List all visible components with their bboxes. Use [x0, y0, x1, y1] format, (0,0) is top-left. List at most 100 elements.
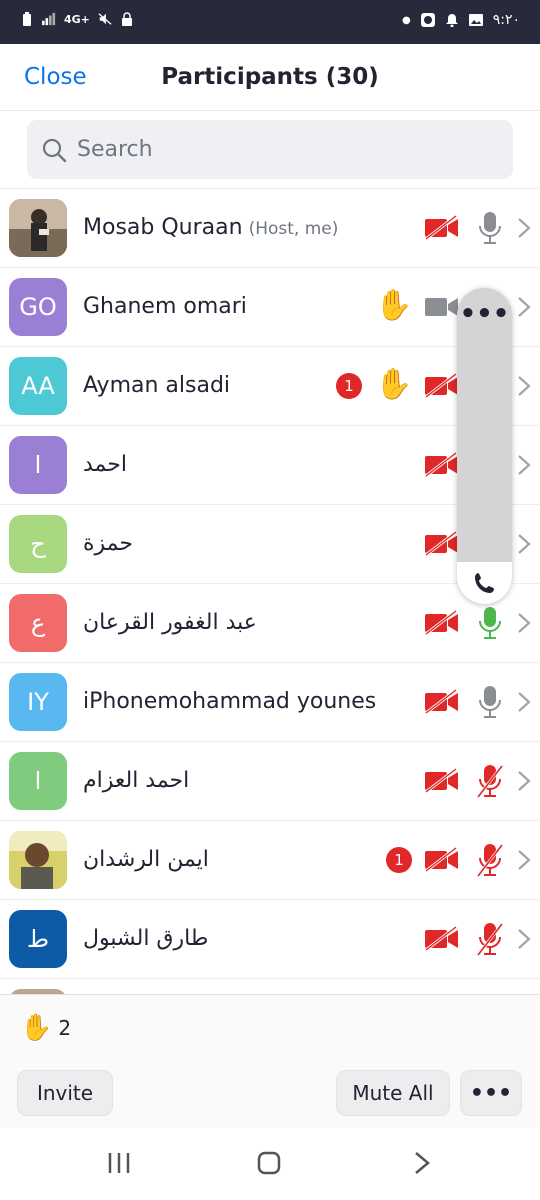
participant-role-tag: (Host, me): [248, 219, 339, 239]
raised-hand-icon: ✋: [20, 1013, 53, 1043]
avatar: ح: [9, 515, 67, 573]
participant-name: Mosab Quraan (Host, me): [83, 215, 338, 240]
participant-row[interactable]: ا احمد العزام: [0, 742, 540, 821]
avatar-initials: GO: [19, 293, 57, 321]
home-icon[interactable]: [256, 1150, 282, 1176]
mic-speaking-icon[interactable]: [476, 606, 504, 646]
participant-name: Ghanem omari: [83, 294, 247, 319]
mute-all-button[interactable]: Mute All: [336, 1070, 450, 1116]
search-bar[interactable]: [27, 120, 513, 179]
video-off-icon[interactable]: [424, 214, 460, 245]
video-off-icon[interactable]: [424, 925, 460, 956]
video-on-icon[interactable]: [424, 294, 460, 324]
participant-name: ايمن الرشدان: [83, 847, 209, 872]
header: Close Participants (30): [0, 44, 540, 111]
participant-row[interactable]: Mosab Quraan (Host, me): [0, 189, 540, 268]
status-left: 4G+: [20, 12, 134, 26]
participant-row[interactable]: ايمن الرشدان 1: [0, 821, 540, 900]
participant-row[interactable]: ع عبد الغفور القرعان: [0, 584, 540, 663]
avatar-initials: ط: [26, 925, 50, 953]
mic-muted-icon[interactable]: [476, 922, 504, 962]
participant-name-text: ايمن الرشدان: [83, 847, 209, 872]
chevron-right-icon[interactable]: [516, 533, 532, 559]
participant-name-text: احمد: [83, 452, 127, 477]
avatar-initials: AA: [21, 372, 55, 400]
mic-muted-icon[interactable]: [476, 843, 504, 883]
video-off-icon[interactable]: [424, 767, 460, 798]
avatar: ع: [9, 594, 67, 652]
participant-name: iPhonemohammad younes: [83, 689, 376, 714]
chevron-right-icon[interactable]: [516, 928, 532, 954]
chevron-right-icon[interactable]: [516, 691, 532, 717]
participant-row[interactable]: IY iPhonemohammad younes: [0, 663, 540, 742]
status-bar: 4G+ ● ٩:٢٠: [0, 0, 540, 44]
avatar-initials: ا: [34, 451, 42, 479]
avatar: ا: [9, 436, 67, 494]
bell-icon: [445, 14, 458, 27]
signal-icon: [42, 12, 56, 26]
chevron-right-icon[interactable]: [516, 849, 532, 875]
participant-name-text: طارق الشبول: [83, 926, 209, 951]
dot-icon: ●: [401, 14, 411, 26]
search-input[interactable]: [77, 120, 497, 179]
network-type: 4G+: [64, 12, 90, 26]
search-icon: [42, 138, 67, 163]
participant-name-text: عبد الغفور القرعان: [83, 610, 257, 635]
avatar: ط: [9, 910, 67, 968]
chevron-right-icon[interactable]: [516, 454, 532, 480]
participant-name-text: Mosab Quraan: [83, 215, 243, 240]
participant-name-text: Ayman alsadi: [83, 373, 231, 398]
avatar-initials: IY: [27, 688, 49, 716]
avatar: ا: [9, 752, 67, 810]
chevron-right-icon[interactable]: [516, 217, 532, 243]
video-off-icon[interactable]: [424, 688, 460, 719]
avatar-initials: ح: [30, 530, 46, 558]
raised-hand-icon: ✋: [375, 367, 413, 402]
avatar-initials: ا: [34, 767, 42, 795]
system-nav-bar: [0, 1128, 540, 1200]
participant-name-text: Ghanem omari: [83, 294, 247, 319]
invite-button[interactable]: Invite: [17, 1070, 113, 1116]
participant-row-partial[interactable]: [0, 979, 540, 994]
battery-icon: [23, 12, 31, 26]
chevron-right-icon[interactable]: [516, 296, 532, 322]
status-right: ● ٩:٢٠: [402, 12, 520, 28]
participant-name: حمزة: [83, 531, 133, 556]
panel-more-button[interactable]: •••: [457, 301, 512, 327]
video-off-icon[interactable]: [424, 372, 460, 403]
participant-name: احمد: [83, 452, 127, 477]
video-off-icon[interactable]: [424, 451, 460, 482]
mic-muted-icon[interactable]: [476, 764, 504, 804]
floating-meeting-panel[interactable]: •••: [457, 288, 512, 604]
page-title: Participants (30): [161, 64, 379, 90]
back-icon[interactable]: [408, 1150, 434, 1176]
participant-name: عبد الغفور القرعان: [83, 610, 257, 635]
chevron-right-icon[interactable]: [516, 612, 532, 638]
more-options-button[interactable]: •••: [460, 1070, 522, 1116]
raised-hand-count: 2: [58, 1016, 72, 1040]
mic-icon[interactable]: [476, 685, 504, 725]
lock-icon: [121, 12, 132, 26]
participant-name: طارق الشبول: [83, 926, 208, 951]
video-off-icon[interactable]: [424, 530, 460, 561]
participant-name-text: احمد العزام: [83, 768, 190, 793]
participant-row[interactable]: ط طارق الشبول: [0, 900, 540, 979]
avatar: [9, 199, 67, 257]
avatar-initials: ع: [30, 609, 46, 637]
participant-name-text: حمزة: [83, 531, 133, 556]
avatar: [9, 831, 67, 889]
phone-icon[interactable]: [473, 571, 497, 595]
recent-apps-icon[interactable]: [106, 1150, 132, 1176]
raised-hand-icon: ✋: [375, 288, 413, 323]
raised-hands-counter: ✋ 2: [20, 1013, 71, 1043]
chat-badge: 1: [386, 847, 412, 873]
chevron-right-icon[interactable]: [516, 375, 532, 401]
app-icon: [420, 13, 435, 27]
footer: ✋ 2 Invite Mute All •••: [0, 994, 540, 1128]
video-off-icon[interactable]: [424, 846, 460, 877]
chevron-right-icon[interactable]: [516, 770, 532, 796]
mic-icon[interactable]: [476, 211, 504, 251]
avatar: GO: [9, 278, 67, 336]
avatar: AA: [9, 357, 67, 415]
video-off-icon[interactable]: [424, 609, 460, 640]
